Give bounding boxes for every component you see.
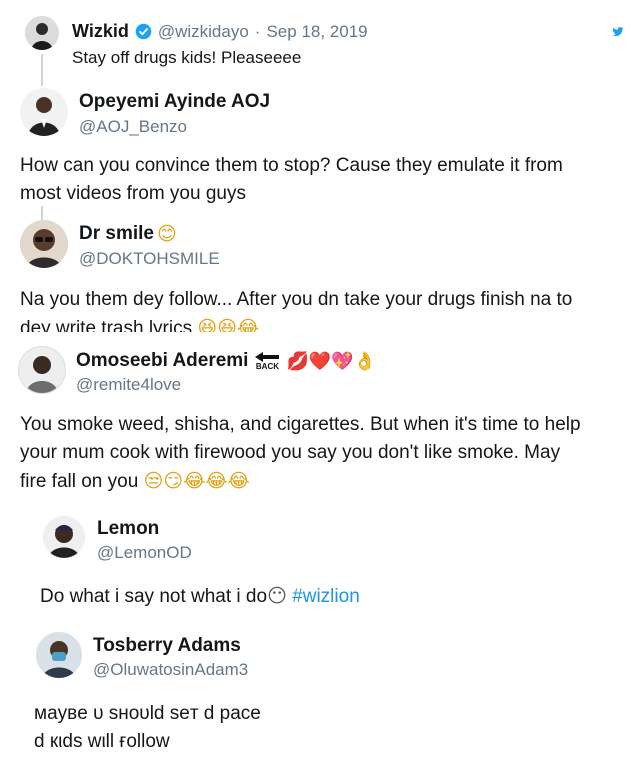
avatar[interactable]: [43, 516, 85, 558]
avatar[interactable]: [18, 346, 66, 394]
display-name[interactable]: Opeyemi Ayinde AOJ: [79, 91, 270, 113]
user-handle[interactable]: @OluwatosinAdam3: [93, 660, 248, 680]
display-name[interactable]: Dr smile: [79, 223, 154, 245]
tweet-text: How can you convince them to stop? Cause…: [20, 152, 620, 208]
kiss-heart-emoji-icon: 💋❤️💖👌: [286, 350, 377, 372]
user-handle[interactable]: @remite4love: [76, 375, 181, 395]
avatar[interactable]: [25, 16, 59, 50]
avatar[interactable]: [36, 632, 82, 678]
display-name[interactable]: Omoseebi Aderemi: [76, 350, 248, 372]
thread-line: [41, 54, 43, 86]
tweet-text-line: fire fall on you 😒😏😂😂😂: [20, 467, 625, 496]
tweet-text-line: d кιdѕ wιll ғollow: [34, 731, 170, 752]
tweet-text-line: мaувe υ ѕнoυld ѕeт d pace: [34, 703, 261, 724]
twitter-bird-icon[interactable]: [612, 26, 624, 38]
display-name[interactable]: Lemon: [97, 518, 159, 540]
avatar-photo-icon: [20, 88, 68, 136]
tweet-date[interactable]: Sep 18, 2019: [266, 22, 367, 42]
tweet-text-line: dey write trash lyrics 😆😆😂: [20, 314, 625, 332]
tweet-text-line: your mum cook with firewood you say you …: [20, 442, 561, 463]
tweet-text-line: most videos from you guys: [20, 183, 246, 204]
tweet-text-line: You smoke weed, shisha, and cigarettes. …: [20, 414, 581, 435]
tweet-text-fragment: fire fall on you: [20, 471, 139, 492]
display-name[interactable]: Wizkid: [72, 21, 129, 42]
smiling-face-emoji-icon: 😊: [156, 223, 177, 245]
tweet-text: Do what i say not what i do😶 #wizlion: [40, 582, 360, 611]
avatar-photo-icon: [25, 16, 59, 50]
verified-badge-icon: [135, 23, 152, 40]
thread-line: [41, 206, 43, 220]
display-name[interactable]: Tosberry Adams: [93, 635, 241, 657]
neutral-face-emoji-icon: 😶: [267, 585, 287, 607]
avatar[interactable]: [20, 220, 68, 268]
user-handle[interactable]: @wizkidayo: [158, 22, 249, 42]
avatar[interactable]: [20, 88, 68, 136]
user-handle[interactable]: @DOKTOHSMILE: [79, 249, 220, 269]
tweet-text-line: How can you convince them to stop? Cause…: [20, 155, 563, 176]
avatar-photo-icon: [36, 632, 82, 678]
tweet-text: Na you them dey follow... After you dn t…: [20, 286, 625, 332]
back-label: BACK: [255, 362, 280, 371]
user-handle[interactable]: @LemonOD: [97, 543, 192, 563]
avatar-photo-icon: [19, 347, 65, 393]
hashtag-link[interactable]: #wizlion: [292, 586, 360, 607]
tweet-text: You smoke weed, shisha, and cigarettes. …: [20, 411, 625, 496]
avatar-photo-icon: [43, 516, 85, 558]
tweet-text-fragment: dey write trash lyrics: [20, 318, 193, 332]
tweet-text-fragment: Do what i say not what i do: [40, 586, 268, 607]
tweet-text-line: Na you them dey follow... After you dn t…: [20, 289, 573, 310]
laughing-emoji-icon: 😒😏😂😂😂: [143, 470, 250, 492]
avatar-photo-icon: [20, 220, 68, 268]
separator-dot: ·: [254, 21, 261, 41]
tweet-text: Stay off drugs kids! Pleaseeee: [72, 48, 302, 67]
user-handle[interactable]: @AOJ_Benzo: [79, 117, 187, 137]
tweet-text: мaувe υ ѕнoυld ѕeт d pace d кιdѕ wιll ғo…: [34, 700, 261, 756]
back-arrow-icon: BACK: [254, 351, 280, 371]
laughing-emoji-icon: 😆😆😂: [197, 317, 260, 332]
